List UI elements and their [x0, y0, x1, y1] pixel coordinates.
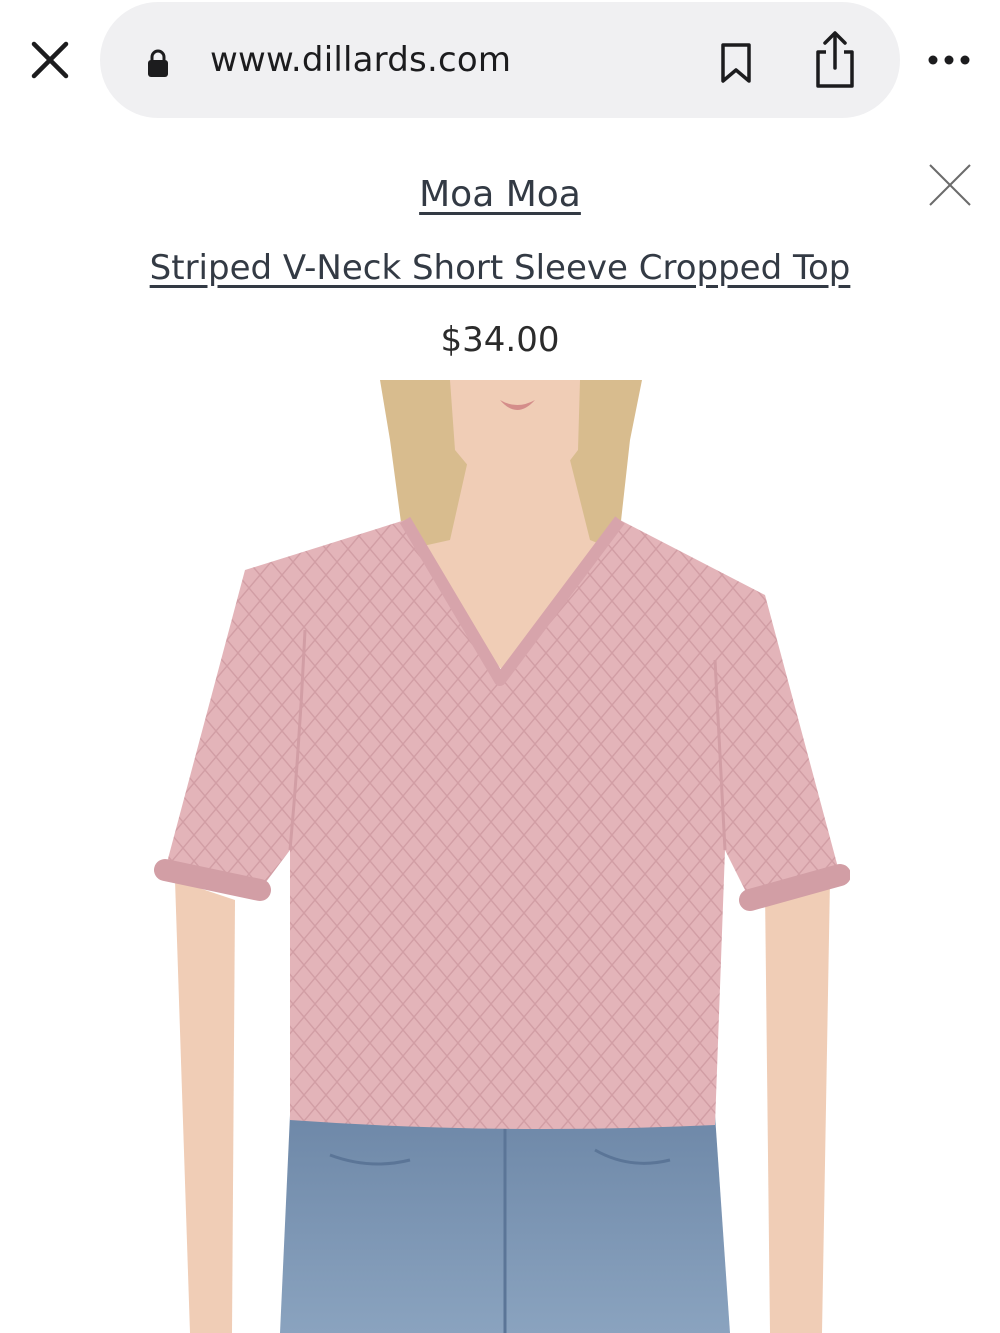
address-bar[interactable]: www.dillards.com	[100, 2, 900, 118]
right-arm	[765, 880, 830, 1333]
close-tab-button[interactable]	[28, 38, 72, 82]
product-photo	[154, 380, 850, 1333]
product-price: $34.00	[440, 320, 560, 360]
url-text[interactable]: www.dillards.com	[210, 40, 511, 80]
left-arm	[175, 880, 235, 1333]
more-icon[interactable]	[924, 50, 974, 70]
product-title-link[interactable]: Striped V-Neck Short Sleeve Cropped Top	[0, 248, 1000, 288]
browser-toolbar: www.dillards.com	[0, 0, 1000, 120]
lock-icon	[148, 49, 168, 77]
product-title[interactable]: Striped V-Neck Short Sleeve Cropped Top	[150, 248, 851, 288]
bookmark-icon[interactable]	[718, 42, 754, 84]
product-image[interactable]	[150, 380, 850, 1333]
share-icon[interactable]	[812, 30, 858, 90]
brand-link[interactable]: Moa Moa	[0, 174, 1000, 215]
close-icon	[31, 41, 69, 79]
brand-name[interactable]: Moa Moa	[419, 174, 581, 215]
